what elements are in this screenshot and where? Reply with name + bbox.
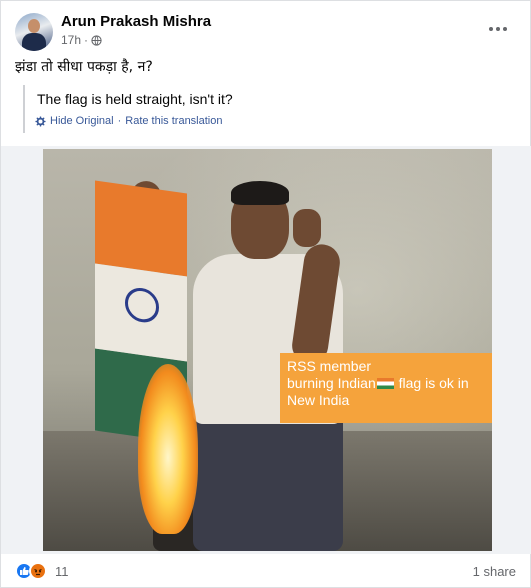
post-text: झंडा तो सीधा पकड़ा है, न? [15,59,153,75]
photo-man-hand [293,209,321,247]
caption-line-2: burning Indian flag is ok in [287,375,485,392]
author-avatar[interactable] [15,13,53,51]
post-photo[interactable]: RSS member burning Indian flag is ok in … [43,149,492,551]
more-options-icon[interactable] [486,19,510,39]
translation-links: Hide Original · Rate this translation [35,115,222,127]
author-name[interactable]: Arun Prakash Mishra [61,13,211,30]
reactions-summary[interactable]: 11 [15,562,69,580]
globe-icon[interactable] [91,34,102,46]
angry-icon [29,562,47,580]
post-card: Arun Prakash Mishra 17h · झंडा तो सीधा प… [0,0,531,588]
avatar-figure-body [22,33,46,51]
photo-fire [138,364,198,534]
post-footer: 11 1 share [15,562,516,582]
share-count[interactable]: 1 share [473,564,516,579]
hide-original-link[interactable]: Hide Original [50,115,114,127]
gear-icon[interactable] [35,115,46,127]
meta-dot: · [84,33,89,47]
link-separator: · [117,115,122,127]
translation-block: The flag is held straight, isn't it? Hid… [23,85,503,133]
caption-line-2-end: flag is ok in [398,375,469,391]
post-media[interactable]: RSS member burning Indian flag is ok in … [1,146,531,554]
rate-translation-link[interactable]: Rate this translation [125,115,222,127]
avatar-figure-head [28,19,40,33]
post-meta: 17h · [61,33,102,47]
post-time[interactable]: 17h [61,33,81,47]
photo-man-hair [231,181,289,205]
indian-flag-icon [376,378,394,389]
post-header: Arun Prakash Mishra 17h · [15,11,516,51]
reaction-count[interactable]: 11 [55,564,69,579]
translation-text: The flag is held straight, isn't it? [37,91,233,107]
caption-line-2-start: burning Indian [287,375,376,391]
caption-line-3: New India [287,392,350,408]
photo-man-pants [193,411,343,551]
caption-line-1: RSS member [287,358,372,374]
photo-caption: RSS member burning Indian flag is ok in … [280,353,492,423]
